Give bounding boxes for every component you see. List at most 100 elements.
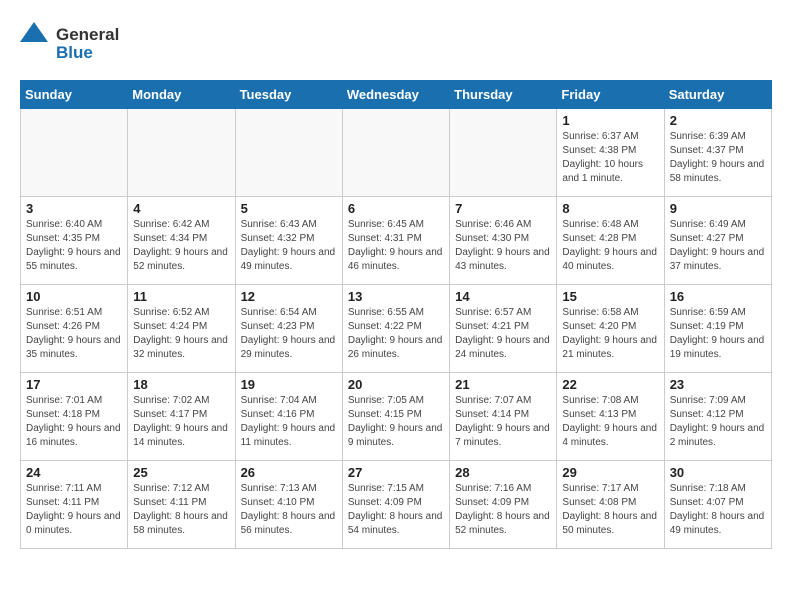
day-info: Sunrise: 6:46 AM Sunset: 4:30 PM Dayligh… [455,218,551,274]
calendar-cell: 16 Sunrise: 6:59 AM Sunset: 4:19 PM Dayli… [664,285,771,373]
calendar-cell: 30Sunrise: 7:18 AM Sunset: 4:07 PM Dayli… [664,461,771,549]
calendar-cell: 7 Sunrise: 6:46 AM Sunset: 4:30 PM Daylig… [450,197,557,285]
day-number: 10 [26,289,122,304]
day-number: 23 [670,377,766,392]
calendar-cell: 20 Sunrise: 7:05 AM Sunset: 4:15 PM Dayli… [342,373,449,461]
calendar-cell: 2 Sunrise: 6:39 AM Sunset: 4:37 PM Daylig… [664,109,771,197]
day-info: Sunrise: 6:40 AM Sunset: 4:35 PM Dayligh… [26,218,122,274]
day-number: 18 [133,377,229,392]
day-number: 30 [670,465,766,480]
day-number: 15 [562,289,658,304]
day-number: 4 [133,201,229,216]
calendar-cell: 1 Sunrise: 6:37 AM Sunset: 4:38 PM Daylig… [557,109,664,197]
day-number: 12 [241,289,337,304]
calendar-cell: 15 Sunrise: 6:58 AM Sunset: 4:20 PM Dayli… [557,285,664,373]
day-info: Sunrise: 7:16 AM Sunset: 4:09 PM Dayligh… [455,482,551,538]
calendar-cell: 21Sunrise: 7:07 AM Sunset: 4:14 PM Dayli… [450,373,557,461]
calendar-cell [128,109,235,197]
calendar-cell: 29 Sunrise: 7:17 AM Sunset: 4:08 PM Dayli… [557,461,664,549]
page-header: GeneralBlue [20,20,772,64]
day-info: Sunrise: 6:59 AM Sunset: 4:19 PM Dayligh… [670,306,766,362]
calendar-cell: 18 Sunrise: 7:02 AM Sunset: 4:17 PM Dayli… [128,373,235,461]
calendar-cell: 11 Sunrise: 6:52 AM Sunset: 4:24 PM Dayli… [128,285,235,373]
calendar-table: SundayMondayTuesdayWednesdayThursdayFrid… [20,80,772,549]
day-number: 7 [455,201,551,216]
weekday-header-wednesday: Wednesday [342,81,449,109]
day-number: 14 [455,289,551,304]
day-info: Sunrise: 6:54 AM Sunset: 4:23 PM Dayligh… [241,306,337,362]
day-number: 29 [562,465,658,480]
day-number: 22 [562,377,658,392]
calendar-cell [235,109,342,197]
day-info: Sunrise: 6:48 AM Sunset: 4:28 PM Dayligh… [562,218,658,274]
day-info: Sunrise: 6:57 AM Sunset: 4:21 PM Dayligh… [455,306,551,362]
day-info: Sunrise: 7:08 AM Sunset: 4:13 PM Dayligh… [562,394,658,450]
day-info: Sunrise: 7:11 AM Sunset: 4:11 PM Dayligh… [26,482,122,538]
calendar-cell [21,109,128,197]
day-info: Sunrise: 6:51 AM Sunset: 4:26 PM Dayligh… [26,306,122,362]
day-number: 24 [26,465,122,480]
day-number: 13 [348,289,444,304]
weekday-header-monday: Monday [128,81,235,109]
calendar-cell: 12 Sunrise: 6:54 AM Sunset: 4:23 PM Dayli… [235,285,342,373]
logo: GeneralBlue [20,20,150,64]
calendar-cell: 19 Sunrise: 7:04 AM Sunset: 4:16 PM Dayli… [235,373,342,461]
day-info: Sunrise: 6:42 AM Sunset: 4:34 PM Dayligh… [133,218,229,274]
day-info: Sunrise: 6:52 AM Sunset: 4:24 PM Dayligh… [133,306,229,362]
calendar-cell: 22 Sunrise: 7:08 AM Sunset: 4:13 PM Dayli… [557,373,664,461]
calendar-cell: 14 Sunrise: 6:57 AM Sunset: 4:21 PM Dayli… [450,285,557,373]
day-number: 16 [670,289,766,304]
day-number: 28 [455,465,551,480]
calendar-cell: 5Sunrise: 6:43 AM Sunset: 4:32 PM Daylig… [235,197,342,285]
day-number: 1 [562,113,658,128]
day-number: 3 [26,201,122,216]
weekday-header-saturday: Saturday [664,81,771,109]
calendar-week-row: 10 Sunrise: 6:51 AM Sunset: 4:26 PM Dayli… [21,285,772,373]
svg-text:Blue: Blue [56,43,93,62]
day-info: Sunrise: 7:17 AM Sunset: 4:08 PM Dayligh… [562,482,658,538]
calendar-week-row: 1 Sunrise: 6:37 AM Sunset: 4:38 PM Daylig… [21,109,772,197]
day-number: 2 [670,113,766,128]
day-number: 17 [26,377,122,392]
calendar-cell [450,109,557,197]
day-info: Sunrise: 6:49 AM Sunset: 4:27 PM Dayligh… [670,218,766,274]
calendar-cell: 6 Sunrise: 6:45 AM Sunset: 4:31 PM Daylig… [342,197,449,285]
weekday-header-friday: Friday [557,81,664,109]
day-info: Sunrise: 7:02 AM Sunset: 4:17 PM Dayligh… [133,394,229,450]
weekday-header-sunday: Sunday [21,81,128,109]
day-number: 19 [241,377,337,392]
day-number: 5 [241,201,337,216]
day-number: 11 [133,289,229,304]
calendar-cell: 10 Sunrise: 6:51 AM Sunset: 4:26 PM Dayli… [21,285,128,373]
day-info: Sunrise: 7:15 AM Sunset: 4:09 PM Dayligh… [348,482,444,538]
day-info: Sunrise: 7:05 AM Sunset: 4:15 PM Dayligh… [348,394,444,450]
day-number: 27 [348,465,444,480]
day-info: Sunrise: 7:07 AM Sunset: 4:14 PM Dayligh… [455,394,551,450]
day-info: Sunrise: 6:45 AM Sunset: 4:31 PM Dayligh… [348,218,444,274]
calendar-cell: 13 Sunrise: 6:55 AM Sunset: 4:22 PM Dayli… [342,285,449,373]
day-info: Sunrise: 6:58 AM Sunset: 4:20 PM Dayligh… [562,306,658,362]
calendar-cell: 24 Sunrise: 7:11 AM Sunset: 4:11 PM Dayli… [21,461,128,549]
calendar-week-row: 24 Sunrise: 7:11 AM Sunset: 4:11 PM Dayli… [21,461,772,549]
calendar-cell: 9 Sunrise: 6:49 AM Sunset: 4:27 PM Daylig… [664,197,771,285]
day-info: Sunrise: 6:55 AM Sunset: 4:22 PM Dayligh… [348,306,444,362]
calendar-cell: 17 Sunrise: 7:01 AM Sunset: 4:18 PM Dayli… [21,373,128,461]
calendar-cell: 3 Sunrise: 6:40 AM Sunset: 4:35 PM Daylig… [21,197,128,285]
calendar-cell [342,109,449,197]
day-info: Sunrise: 7:01 AM Sunset: 4:18 PM Dayligh… [26,394,122,450]
day-number: 9 [670,201,766,216]
day-number: 20 [348,377,444,392]
day-number: 26 [241,465,337,480]
calendar-cell: 25Sunrise: 7:12 AM Sunset: 4:11 PM Dayli… [128,461,235,549]
day-info: Sunrise: 7:09 AM Sunset: 4:12 PM Dayligh… [670,394,766,450]
calendar-week-row: 3 Sunrise: 6:40 AM Sunset: 4:35 PM Daylig… [21,197,772,285]
calendar-cell: 28 Sunrise: 7:16 AM Sunset: 4:09 PM Dayli… [450,461,557,549]
day-number: 25 [133,465,229,480]
day-info: Sunrise: 6:37 AM Sunset: 4:38 PM Dayligh… [562,130,658,186]
day-info: Sunrise: 6:39 AM Sunset: 4:37 PM Dayligh… [670,130,766,186]
day-info: Sunrise: 7:04 AM Sunset: 4:16 PM Dayligh… [241,394,337,450]
calendar-cell: 27 Sunrise: 7:15 AM Sunset: 4:09 PM Dayli… [342,461,449,549]
day-number: 6 [348,201,444,216]
weekday-header-tuesday: Tuesday [235,81,342,109]
day-info: Sunrise: 7:13 AM Sunset: 4:10 PM Dayligh… [241,482,337,538]
